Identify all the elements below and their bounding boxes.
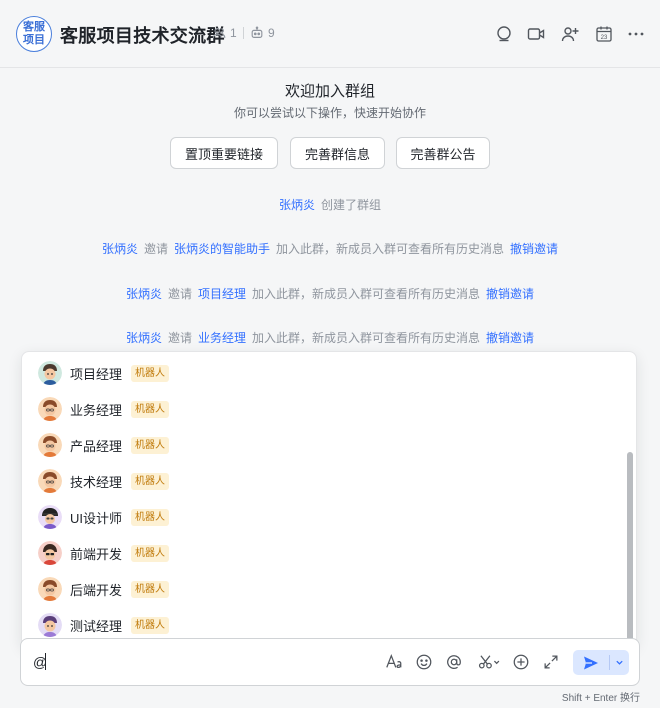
- group-avatar[interactable]: 客服项目: [16, 16, 52, 52]
- robot-avatar-icon: [38, 397, 62, 421]
- actor-link[interactable]: 张炳炎: [126, 287, 162, 301]
- target-link[interactable]: 张炳炎的智能助手: [174, 242, 270, 256]
- actor-link[interactable]: 张炳炎: [279, 198, 315, 212]
- more-icon[interactable]: [625, 23, 647, 45]
- mention-item[interactable]: 项目经理 机器人: [22, 355, 622, 391]
- system-message: 张炳炎 邀请 项目经理 加入此群，新成员入群可查看所有历史消息 撤销邀请: [0, 285, 660, 302]
- video-icon[interactable]: [525, 23, 547, 45]
- system-text: 创建了群组: [321, 198, 382, 212]
- mention-name: 技术经理: [70, 474, 123, 490]
- mention-name: 后端开发: [70, 582, 123, 598]
- mention-item[interactable]: 后端开发 机器人: [22, 571, 622, 607]
- robot-badge: 机器人: [131, 364, 169, 382]
- mention-item[interactable]: 产品经理 机器人: [22, 427, 622, 463]
- system-message: 张炳炎 创建了群组: [0, 196, 660, 213]
- pin-links-button[interactable]: 置顶重要链接: [170, 137, 278, 169]
- group-title[interactable]: 客服项目技术交流群: [60, 22, 225, 48]
- robot-badge: 机器人: [131, 472, 169, 490]
- edit-group-info-button[interactable]: 完善群信息: [290, 137, 385, 169]
- bot-icon: [251, 26, 263, 38]
- member-count[interactable]: 1: [212, 26, 237, 40]
- mention-item[interactable]: 技术经理 机器人: [22, 463, 622, 499]
- chevron-down-icon[interactable]: [610, 650, 629, 675]
- verb-text: 邀请: [167, 331, 192, 345]
- system-text: 加入此群，新成员入群可查看所有历史消息: [276, 242, 505, 256]
- text-caret: [45, 653, 46, 670]
- bot-count[interactable]: 9: [250, 26, 275, 40]
- mention-item[interactable]: 业务经理 机器人: [22, 391, 622, 427]
- send-icon[interactable]: [573, 650, 609, 675]
- welcome-subtitle: 你可以尝试以下操作，快速开始协作: [233, 106, 426, 120]
- welcome-title: 欢迎加入群组: [284, 83, 375, 100]
- add-member-icon[interactable]: [559, 23, 581, 45]
- system-text: 加入此群，新成员入群可查看所有历史消息: [252, 287, 481, 301]
- calendar-icon[interactable]: 23: [593, 23, 615, 45]
- mention-name: 产品经理: [70, 438, 123, 454]
- target-link[interactable]: 项目经理: [198, 287, 246, 301]
- revoke-invite-link[interactable]: 撤销邀请: [486, 331, 534, 345]
- edit-announcement-button[interactable]: 完善群公告: [396, 137, 490, 169]
- actor-link[interactable]: 张炳炎: [102, 242, 138, 256]
- mention-popup: 项目经理 机器人 业务经理 机器人 产品经理 机器人 技术经理 机器人 UI设计…: [21, 351, 637, 647]
- add-icon[interactable]: [511, 652, 531, 672]
- mention-item[interactable]: 前端开发 机器人: [22, 535, 622, 571]
- system-text: 加入此群，新成员入群可查看所有历史消息: [252, 331, 481, 345]
- text-format-icon[interactable]: [384, 652, 404, 672]
- actor-link[interactable]: 张炳炎: [126, 331, 162, 345]
- system-message: 张炳炎 邀请 业务经理 加入此群，新成员入群可查看所有历史消息 撤销邀请: [0, 329, 660, 346]
- mention-name: 业务经理: [70, 402, 123, 418]
- mention-name: 前端开发: [70, 546, 123, 562]
- robot-avatar-icon: [38, 505, 62, 529]
- target-link[interactable]: 业务经理: [198, 331, 246, 345]
- meta-divider: [243, 27, 244, 39]
- expand-icon[interactable]: [541, 652, 561, 672]
- members-icon: [212, 28, 226, 38]
- mention-icon[interactable]: [444, 652, 464, 672]
- send-button[interactable]: [573, 650, 629, 675]
- robot-avatar-icon: [38, 577, 62, 601]
- robot-badge: 机器人: [131, 544, 169, 562]
- mention-name: 测试经理: [70, 618, 123, 634]
- robot-avatar-icon: [38, 361, 62, 385]
- mention-name: UI设计师: [70, 510, 123, 526]
- screenshot-icon[interactable]: [476, 652, 502, 672]
- verb-text: 邀请: [167, 287, 192, 301]
- bot-count-value: 9: [268, 26, 275, 40]
- calendar-day: 23: [601, 35, 608, 41]
- revoke-invite-link[interactable]: 撤销邀请: [510, 242, 558, 256]
- robot-badge: 机器人: [131, 400, 169, 418]
- revoke-invite-link[interactable]: 撤销邀请: [486, 287, 534, 301]
- search-chat-icon[interactable]: [493, 23, 515, 45]
- system-message: 张炳炎 邀请 张炳炎的智能助手 加入此群，新成员入群可查看所有历史消息 撤销邀请: [0, 240, 660, 257]
- verb-text: 邀请: [143, 242, 168, 256]
- send-hint: Shift + Enter 换行: [561, 693, 640, 704]
- robot-avatar-icon: [38, 613, 62, 637]
- robot-avatar-icon: [38, 541, 62, 565]
- robot-badge: 机器人: [131, 508, 169, 526]
- emoji-icon[interactable]: [414, 652, 434, 672]
- robot-badge: 机器人: [131, 436, 169, 454]
- robot-badge: 机器人: [131, 580, 169, 598]
- mention-name: 项目经理: [70, 366, 123, 382]
- robot-badge: 机器人: [131, 616, 169, 634]
- member-count-value: 1: [230, 26, 237, 40]
- mention-item[interactable]: UI设计师 机器人: [22, 499, 622, 535]
- mention-scrollbar[interactable]: [627, 452, 633, 645]
- robot-avatar-icon: [38, 469, 62, 493]
- robot-avatar-icon: [38, 433, 62, 457]
